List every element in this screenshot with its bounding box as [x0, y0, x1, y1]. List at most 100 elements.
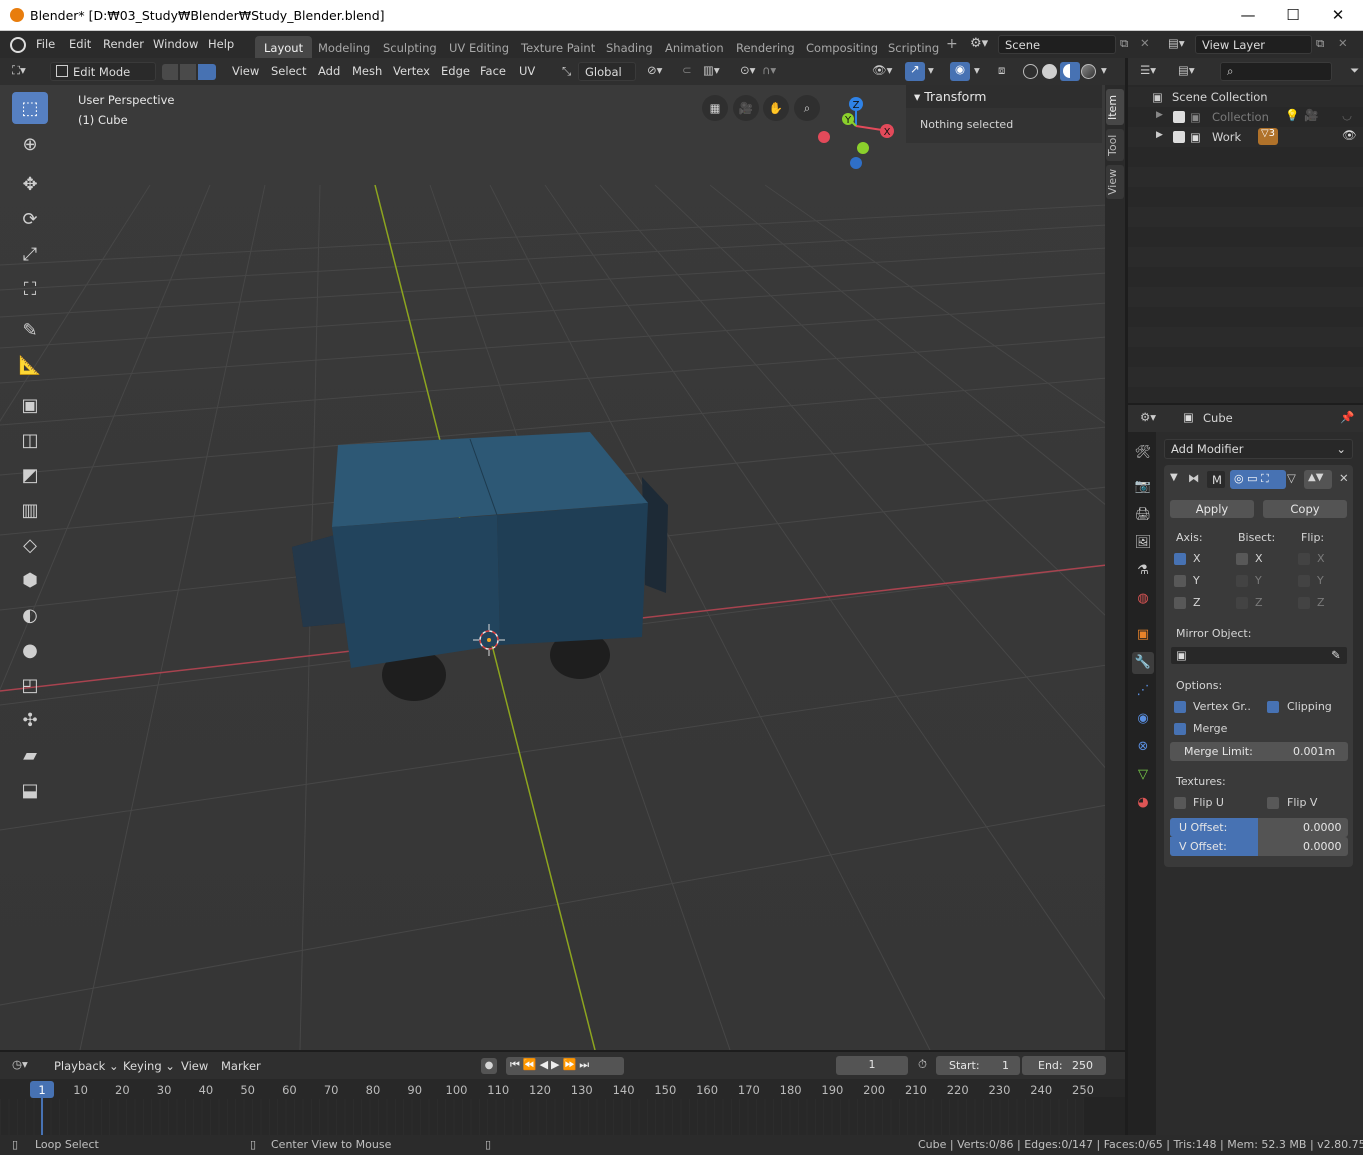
- menu-file[interactable]: File: [36, 37, 55, 51]
- wireframe-shading-icon[interactable]: [1023, 64, 1038, 79]
- exclude-checkbox[interactable]: [1173, 131, 1185, 143]
- pivot-point-icon[interactable]: ⊘▾: [647, 63, 662, 77]
- solid-shading-icon[interactable]: [1042, 64, 1057, 79]
- modifier-name-field[interactable]: M: [1206, 470, 1226, 489]
- marker-menu[interactable]: Marker: [215, 1057, 267, 1076]
- snap-icon[interactable]: ⊂: [682, 63, 692, 77]
- timeline-editor-type-icon[interactable]: ◷▾: [12, 1057, 28, 1071]
- gizmo-toggle-icon[interactable]: ↗: [905, 62, 925, 81]
- menu-select[interactable]: Select: [265, 62, 312, 81]
- menu-uv[interactable]: UV: [513, 62, 541, 81]
- tab-animation[interactable]: Animation: [656, 36, 733, 58]
- move-tool-icon[interactable]: ✥: [12, 168, 48, 200]
- mesh-data-tab-icon[interactable]: ▽: [1132, 764, 1154, 786]
- shading-dropdown-icon[interactable]: ▾: [1101, 63, 1107, 77]
- filter-icon[interactable]: ⏷: [1350, 63, 1359, 78]
- current-frame-field[interactable]: 1: [836, 1056, 908, 1075]
- toggle-perspective-icon[interactable]: ▦: [702, 95, 728, 121]
- outliner-editor-type-icon[interactable]: ☰▾: [1140, 63, 1156, 77]
- menu-face[interactable]: Face: [474, 62, 512, 81]
- close-icon[interactable]: ✕: [1328, 6, 1348, 24]
- tab-layout[interactable]: Layout: [255, 36, 313, 58]
- knife-tool-icon[interactable]: ◇: [12, 529, 48, 561]
- axis-y-checkbox[interactable]: [1174, 575, 1186, 587]
- flip-z-checkbox[interactable]: [1298, 597, 1310, 609]
- poly-build-tool-icon[interactable]: ⬢: [12, 564, 48, 596]
- edge-slide-tool-icon[interactable]: ◰: [12, 669, 48, 701]
- exclude-checkbox[interactable]: [1173, 111, 1185, 123]
- record-icon[interactable]: ●: [481, 1058, 497, 1074]
- collapse-arrow-icon[interactable]: ▼: [1170, 472, 1178, 483]
- view-layer-icon[interactable]: ▤▾: [1168, 36, 1185, 50]
- display-mode-icon[interactable]: ▤▾: [1178, 63, 1195, 77]
- eye-icon[interactable]: 👁: [1342, 128, 1357, 142]
- overlays-toggle-icon[interactable]: ◉: [950, 62, 970, 81]
- viewport-3d[interactable]: User Perspective (1) Cube ▦ 🎥 ✋ ⌕ Z X Y …: [0, 85, 1107, 1050]
- overlays-dropdown-icon[interactable]: ▾: [974, 63, 980, 77]
- maximize-icon[interactable]: ☐: [1283, 6, 1303, 24]
- outliner-item-collection[interactable]: ▶ ▣ Collection 💡 🎥 ◡: [1128, 107, 1363, 127]
- navigation-gizmo[interactable]: Z X Y: [808, 90, 900, 178]
- tool-tab-icon[interactable]: 🛠: [1132, 442, 1154, 464]
- menu-mesh[interactable]: Mesh: [346, 62, 388, 81]
- on-cage-icon[interactable]: ▽: [1287, 471, 1296, 485]
- scale-tool-icon[interactable]: ⤢: [12, 238, 48, 270]
- playhead[interactable]: [41, 1097, 43, 1135]
- bisect-x-checkbox[interactable]: [1236, 553, 1248, 565]
- new-scene-icon[interactable]: ⧉: [1120, 36, 1128, 51]
- xray-icon[interactable]: ⧈: [998, 63, 1005, 78]
- edge-select-icon[interactable]: [180, 64, 196, 80]
- merge-checkbox[interactable]: [1174, 723, 1186, 735]
- transform-panel-header[interactable]: ▾ Transform: [906, 85, 1102, 108]
- constraints-tab-icon[interactable]: ⊗: [1132, 736, 1154, 758]
- flip-u-checkbox[interactable]: [1174, 797, 1186, 809]
- gizmo-dropdown-icon[interactable]: ▾: [928, 63, 934, 77]
- bisect-z-checkbox[interactable]: [1236, 597, 1248, 609]
- expand-arrow-icon[interactable]: ▶: [1156, 110, 1163, 120]
- vertex-groups-checkbox[interactable]: [1174, 701, 1186, 713]
- start-frame-field[interactable]: Start: 1: [936, 1056, 1020, 1075]
- camera-view-icon[interactable]: 🎥: [733, 95, 759, 121]
- world-tab-icon[interactable]: ◍: [1132, 588, 1154, 610]
- select-box-tool-icon[interactable]: ⬚: [12, 92, 48, 124]
- menu-view[interactable]: View: [226, 62, 265, 81]
- remove-modifier-icon[interactable]: ✕: [1339, 471, 1349, 485]
- merge-limit-field[interactable]: Merge Limit: 0.001m: [1170, 742, 1348, 761]
- clipping-checkbox[interactable]: [1267, 701, 1279, 713]
- stopwatch-icon[interactable]: ⏱: [918, 1057, 927, 1072]
- sidebar-tab-tool[interactable]: Tool: [1106, 129, 1124, 161]
- tab-rendering[interactable]: Rendering: [727, 36, 804, 58]
- copy-button[interactable]: Copy: [1263, 500, 1347, 518]
- visibility-icon[interactable]: 👁▾: [872, 63, 892, 77]
- minimize-icon[interactable]: —: [1238, 6, 1258, 24]
- transform-tool-icon[interactable]: ⛶: [12, 273, 48, 305]
- scene-selector-icon[interactable]: ⚙▾: [970, 36, 988, 51]
- object-tab-icon[interactable]: ▣: [1132, 624, 1154, 646]
- orientation-dropdown[interactable]: Global: [578, 62, 636, 81]
- delete-scene-icon[interactable]: ✕: [1140, 36, 1150, 50]
- hidden-eye-icon[interactable]: ◡: [1342, 108, 1352, 122]
- face-select-icon[interactable]: [198, 64, 216, 80]
- rip-tool-icon[interactable]: ⬓: [12, 774, 48, 806]
- bisect-y-checkbox[interactable]: [1236, 575, 1248, 587]
- material-tab-icon[interactable]: ◕: [1132, 792, 1154, 814]
- annotate-tool-icon[interactable]: ✎: [12, 314, 48, 346]
- properties-editor-type-icon[interactable]: ⚙▾: [1140, 410, 1156, 424]
- loop-cut-tool-icon[interactable]: ▥: [12, 494, 48, 526]
- material-shading-icon[interactable]: [1060, 62, 1080, 81]
- tab-texture-paint[interactable]: Texture Paint: [512, 36, 604, 58]
- shear-tool-icon[interactable]: ▰: [12, 739, 48, 771]
- rendered-shading-icon[interactable]: [1081, 64, 1096, 79]
- view-layer-field[interactable]: View Layer: [1195, 35, 1312, 54]
- playback-controls[interactable]: ⏮⏪◀▶⏩⏭: [506, 1057, 624, 1075]
- extrude-tool-icon[interactable]: ▣: [12, 389, 48, 421]
- axis-x-checkbox[interactable]: [1174, 553, 1186, 565]
- menu-vertex[interactable]: Vertex: [387, 62, 436, 81]
- add-workspace-icon[interactable]: +: [946, 36, 958, 52]
- vertex-select-icon[interactable]: [162, 64, 178, 80]
- proportional-edit-icon[interactable]: ⊙▾: [740, 63, 755, 77]
- bevel-tool-icon[interactable]: ◩: [12, 459, 48, 491]
- tab-uv-editing[interactable]: UV Editing: [440, 36, 518, 58]
- tab-sculpting[interactable]: Sculpting: [374, 36, 446, 58]
- falloff-icon[interactable]: ∩▾: [762, 63, 776, 77]
